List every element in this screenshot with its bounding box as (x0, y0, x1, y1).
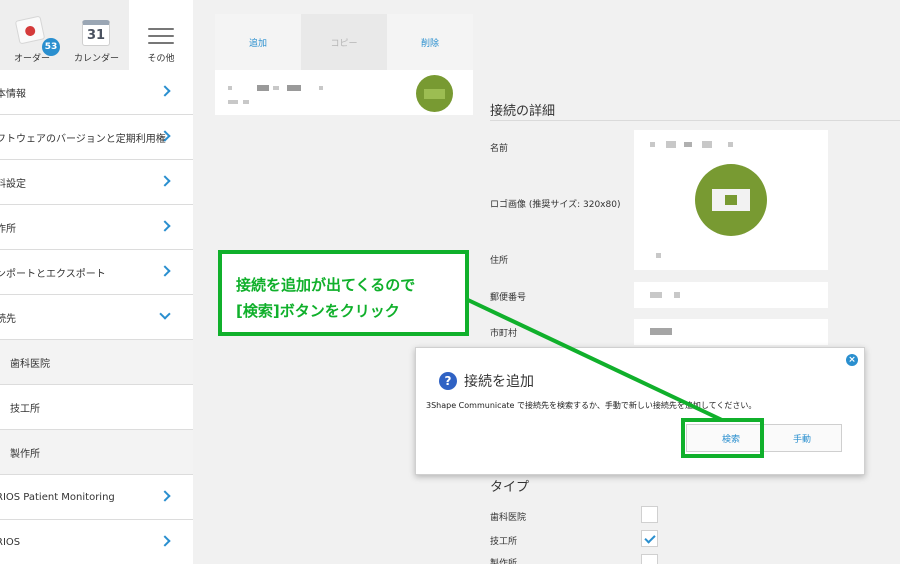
chevron-right-icon (159, 535, 171, 547)
type-production-checkbox[interactable] (641, 554, 658, 564)
pixelated-text (287, 85, 301, 91)
name-label: 名前 (490, 144, 509, 154)
sidebar-subitem-dental-clinic[interactable]: 歯科医院 (0, 340, 193, 385)
sidebar-item-production-site[interactable]: 作所 (0, 205, 193, 250)
tab-other[interactable]: その他 (129, 0, 193, 70)
add-connection-dialog: × ? 接続を追加 3Shape Communicate で接続先を検索するか、… (415, 347, 865, 475)
sidebar-item-label: RIOS Patient Monitoring (0, 491, 115, 503)
address-field[interactable] (634, 242, 828, 270)
delete-connection-button[interactable]: 削除 (387, 14, 473, 70)
sidebar-item-trios[interactable]: RIOS (0, 520, 193, 564)
help-icon: ? (439, 372, 457, 390)
annotation-line-1: 接続を追加が出てくるので (236, 276, 416, 294)
settings-sidebar: 本情報 フトウェアのバージョンと定期利用権 料設定 作所 ンポートとエクスポート… (0, 70, 193, 564)
chevron-right-icon (159, 265, 171, 277)
type-dental-clinic-checkbox[interactable] (641, 506, 658, 523)
top-navigation: 53 オーダー 31 カレンダー その他 (0, 0, 193, 70)
pixelated-text (273, 86, 279, 90)
pixelated-text (228, 86, 232, 90)
city-label: 市町村 (490, 329, 518, 339)
logo-label: ロゴ画像 (推奨サイズ: 320x80) (490, 200, 621, 210)
annotation-line-2: [検索]ボタンをクリック (236, 302, 400, 320)
postal-code-label: 郵便番号 (490, 293, 527, 303)
pixelated-text (684, 142, 692, 147)
pixelated-text (728, 142, 733, 147)
order-count-badge: 53 (42, 38, 60, 56)
chevron-right-icon (159, 490, 171, 502)
sidebar-subitem-label: 製作所 (10, 448, 40, 460)
details-title: 接続の詳細 (490, 104, 556, 119)
connections-toolbar: 追加 コピー 削除 (215, 14, 473, 70)
type-lab-checkbox[interactable] (641, 530, 658, 547)
tab-calendar[interactable]: 31 カレンダー (64, 0, 129, 70)
sidebar-item-label: 本情報 (0, 88, 26, 100)
pixelated-text (243, 100, 249, 104)
calendar-icon: 31 (82, 20, 110, 46)
pixelated-text (674, 292, 680, 298)
chevron-right-icon (159, 220, 171, 232)
sidebar-subitem-label: 技工所 (10, 403, 40, 415)
tab-calendar-label: カレンダー (73, 54, 119, 64)
address-label: 住所 (490, 256, 509, 266)
hamburger-menu-icon (148, 28, 174, 44)
pixelated-text (650, 292, 662, 298)
dialog-message: 3Shape Communicate で接続先を検索するか、手動で新しい接続先を… (426, 401, 757, 410)
sidebar-item-trios-patient-monitoring[interactable]: RIOS Patient Monitoring (0, 475, 193, 520)
connection-logo-image (695, 164, 767, 236)
pixelated-text (257, 85, 269, 91)
chevron-right-icon (159, 175, 171, 187)
tab-orders[interactable]: 53 オーダー (0, 0, 64, 70)
sidebar-item-software-version[interactable]: フトウェアのバージョンと定期利用権 (0, 115, 193, 160)
sidebar-item-label: 料設定 (0, 178, 26, 190)
sidebar-item-label: ンポートとエクスポート (0, 268, 106, 280)
annotation-callout: 接続を追加が出てくるので [検索]ボタンをクリック (218, 250, 469, 336)
connections-list-panel: 追加 コピー 削除 (215, 14, 473, 115)
order-icon (14, 15, 46, 45)
sidebar-item-label: 作所 (0, 223, 16, 235)
details-divider (490, 120, 900, 121)
type-option-label: 歯科医院 (490, 513, 527, 523)
chevron-down-icon (159, 308, 171, 320)
sidebar-item-label: 続先 (0, 313, 16, 325)
sidebar-subitem-label: 歯科医院 (10, 358, 50, 370)
chevron-right-icon (159, 85, 171, 97)
copy-connection-button[interactable]: コピー (301, 14, 387, 70)
sidebar-subitem-lab[interactable]: 技工所 (0, 385, 193, 430)
pixelated-text (650, 328, 672, 335)
sidebar-item-fee-settings[interactable]: 料設定 (0, 160, 193, 205)
sidebar-subitem-production[interactable]: 製作所 (0, 430, 193, 475)
close-icon[interactable]: × (846, 354, 858, 366)
pixelated-text (702, 141, 712, 148)
tab-other-label: その他 (147, 54, 175, 64)
pixelated-text (228, 100, 238, 104)
pixelated-text (319, 86, 323, 90)
dialog-title: 接続を追加 (464, 374, 534, 390)
search-button-highlight (681, 418, 764, 458)
type-section-title: タイプ (490, 480, 530, 495)
pixelated-text (650, 142, 655, 147)
pixelated-text (666, 141, 676, 148)
sidebar-item-import-export[interactable]: ンポートとエクスポート (0, 250, 193, 295)
sidebar-item-label: フトウェアのバージョンと定期利用権 (0, 133, 166, 145)
type-option-label: 製作所 (490, 559, 518, 564)
add-connection-button[interactable]: 追加 (215, 14, 301, 70)
pixelated-text (656, 253, 661, 258)
city-field[interactable] (634, 319, 828, 345)
sidebar-item-label: RIOS (0, 536, 21, 548)
connection-logo-thumbnail (416, 75, 453, 112)
sidebar-item-basic-info[interactable]: 本情報 (0, 70, 193, 115)
type-option-label: 技工所 (490, 537, 518, 547)
sidebar-item-connections[interactable]: 続先 (0, 295, 193, 340)
name-field[interactable] (634, 130, 828, 158)
manual-button[interactable]: 手動 (762, 424, 842, 452)
postal-code-field[interactable] (634, 282, 828, 308)
